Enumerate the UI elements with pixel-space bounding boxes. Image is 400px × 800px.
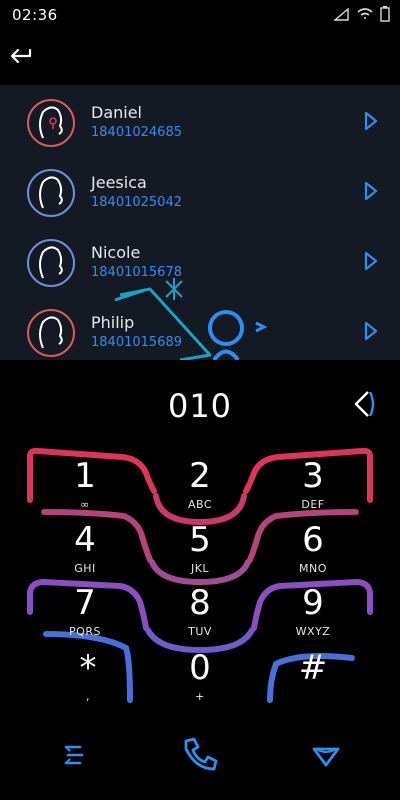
- key-2[interactable]: 2 ABC: [150, 458, 250, 520]
- status-icons: [334, 6, 390, 22]
- key-hash[interactable]: #: [263, 650, 363, 712]
- contact-name: Daniel: [91, 103, 142, 122]
- key-letters: +: [195, 690, 205, 703]
- key-letters: DEF: [301, 498, 325, 511]
- contact-item[interactable]: Nicole 18401015678: [0, 225, 400, 295]
- chevron-right-icon[interactable]: [360, 320, 382, 342]
- key-8[interactable]: 8 TUV: [150, 585, 250, 647]
- key-digit: 5: [189, 520, 211, 560]
- key-letters: WXYZ: [295, 625, 331, 638]
- avatar-icon: [27, 99, 75, 147]
- key-digit: 9: [302, 583, 324, 623]
- header: [0, 30, 400, 85]
- key-1[interactable]: 1 ∞: [35, 458, 135, 520]
- contact-name: Jeesica: [91, 173, 147, 192]
- dialer-panel: 010 1 ∞ 2 ABC 3 DEF 4 GHI 5 JKL 6 MNO 7 PQRS 8T…: [0, 360, 400, 800]
- key-digit: 1: [74, 456, 96, 496]
- chevron-right-icon[interactable]: [360, 110, 382, 132]
- contact-item[interactable]: Philip 18401015689: [0, 295, 400, 360]
- key-digit: 3: [302, 456, 324, 496]
- key-letters: MNO: [299, 562, 327, 575]
- key-digit: 4: [74, 520, 96, 560]
- key-digit: 0: [189, 648, 211, 688]
- key-digit: 2: [189, 456, 211, 496]
- contact-number: 18401015678: [91, 265, 182, 280]
- status-bar: 02:36: [0, 0, 400, 30]
- contact-number: 18401024685: [91, 125, 182, 140]
- phone-icon[interactable]: [180, 735, 220, 775]
- contact-name: Nicole: [91, 243, 141, 262]
- key-5[interactable]: 5 JKL: [150, 522, 250, 584]
- key-letters: ABC: [187, 498, 213, 511]
- key-digit: 8: [189, 583, 211, 623]
- key-digit: 6: [302, 520, 324, 560]
- contact-number: 18401025042: [91, 195, 182, 210]
- back-icon[interactable]: [8, 42, 36, 70]
- key-letters: ,: [86, 690, 90, 703]
- key-letters: JKL: [190, 562, 210, 575]
- wifi-icon: [357, 8, 373, 19]
- key-4[interactable]: 4 GHI: [35, 522, 135, 584]
- avatar-icon: [27, 169, 75, 217]
- contact-item[interactable]: Jeesica 18401025042: [0, 155, 400, 225]
- contact-name: Philip: [91, 313, 135, 332]
- avatar-icon: [27, 239, 75, 287]
- key-digit: *: [79, 648, 97, 688]
- key-letters: GHI: [74, 562, 96, 575]
- dialed-number: 010: [167, 387, 233, 425]
- key-letters: TUV: [188, 625, 212, 638]
- key-3[interactable]: 3 DEF: [263, 458, 363, 520]
- avatar-icon: [27, 309, 75, 357]
- backspace-icon[interactable]: [352, 388, 380, 420]
- key-digit: #: [298, 648, 328, 688]
- key-letters: PQRS: [69, 625, 101, 638]
- key-7[interactable]: 7 PQRS: [35, 585, 135, 647]
- key-9[interactable]: 9 WXYZ: [263, 585, 363, 647]
- contact-number: 18401015689: [91, 335, 182, 350]
- signal-icon: [334, 7, 349, 21]
- menu-icon[interactable]: [54, 735, 94, 775]
- battery-icon: [380, 6, 390, 22]
- chevron-right-icon[interactable]: [360, 250, 382, 272]
- chevron-right-icon[interactable]: [360, 180, 382, 202]
- status-time: 02:36: [12, 6, 58, 24]
- key-6[interactable]: 6 MNO: [263, 522, 363, 584]
- collapse-icon[interactable]: [306, 735, 346, 775]
- key-letters: ∞: [80, 498, 90, 511]
- key-0[interactable]: 0 +: [150, 650, 250, 712]
- key-star[interactable]: *,: [38, 650, 138, 712]
- contact-item[interactable]: Daniel 18401024685: [0, 85, 400, 155]
- key-digit: 7: [74, 583, 96, 623]
- contact-list[interactable]: Daniel 18401024685 Jeesica 18401025042 N…: [0, 85, 400, 360]
